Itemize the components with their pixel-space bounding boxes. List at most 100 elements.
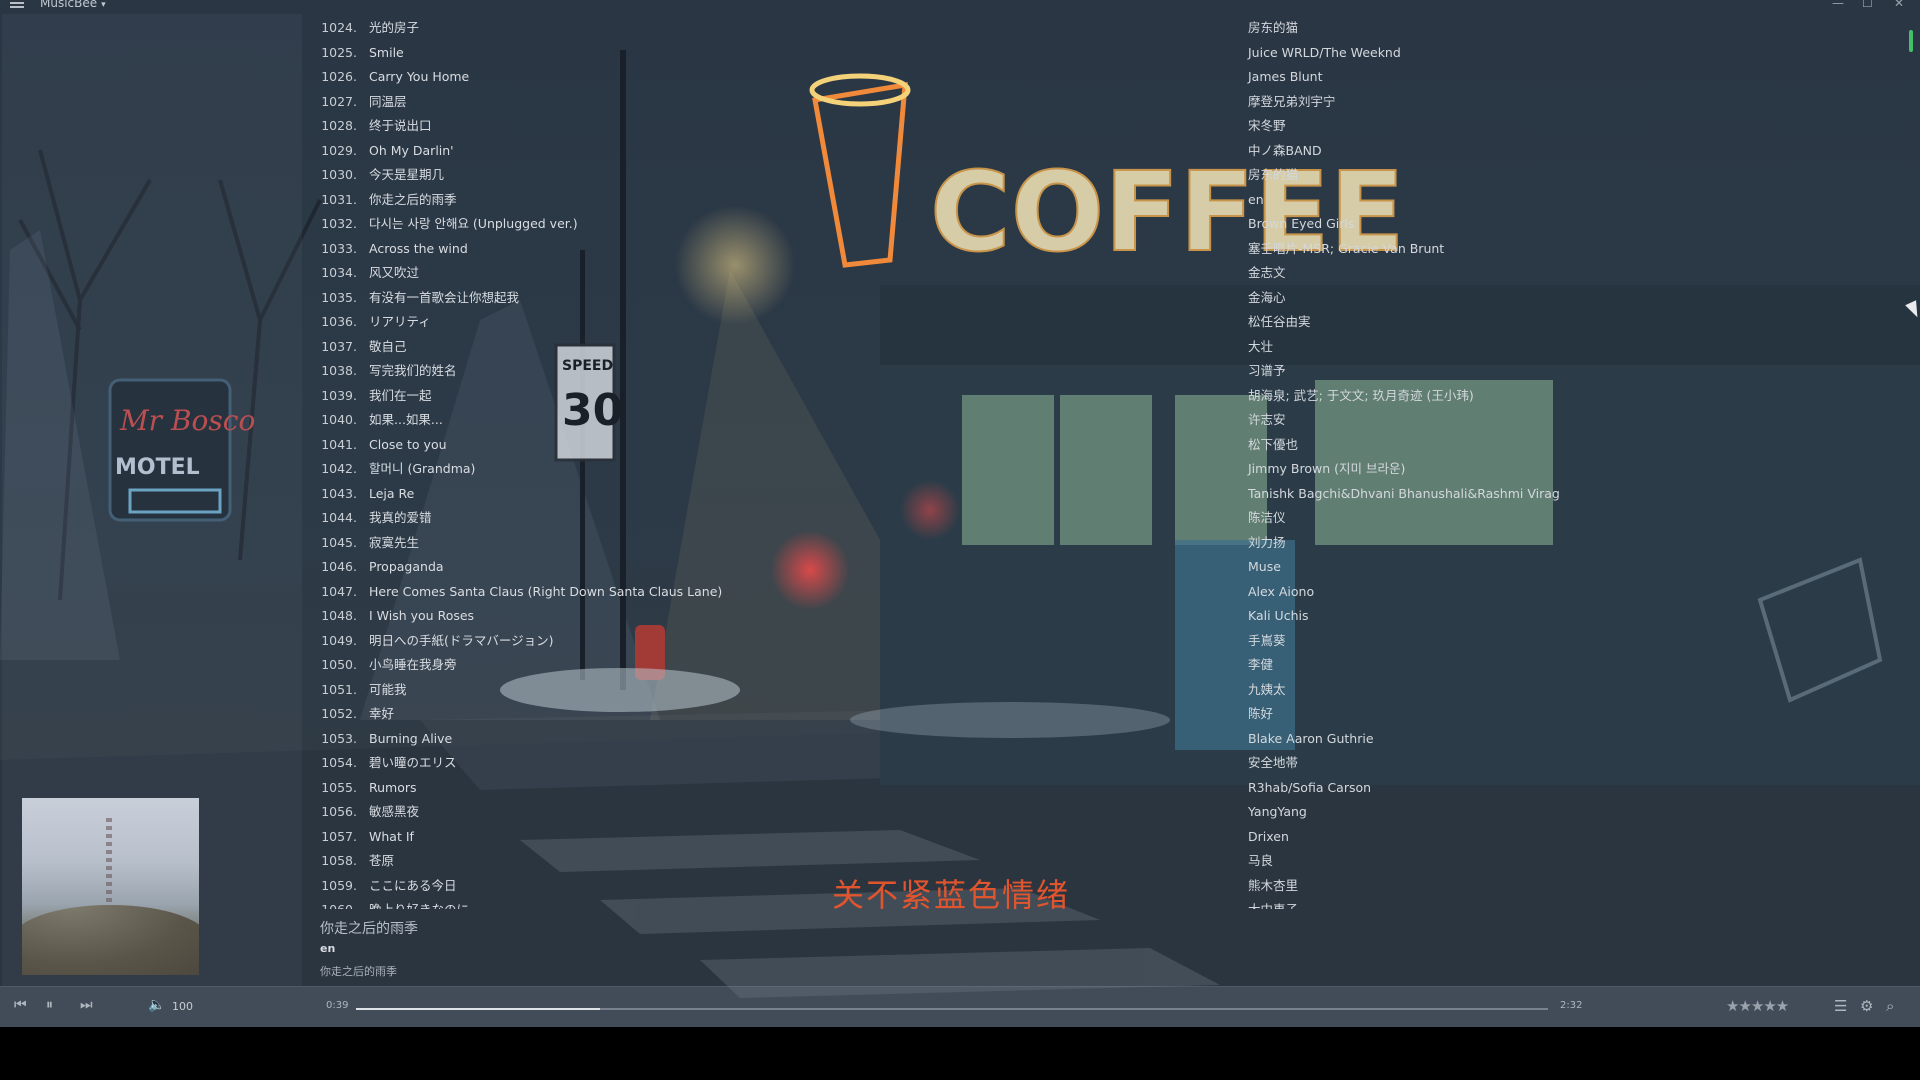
track-row[interactable]: 1049. 明日への手紙(ドラマバージョン) 手嶌葵 (303, 629, 1913, 654)
track-title: Oh My Darlin' (369, 142, 454, 158)
close-button[interactable]: ✕ (1894, 0, 1904, 10)
track-title: 다시는 사랑 안해요 (Unplugged ver.) (369, 216, 578, 231)
track-title: 할머니 (Grandma) (369, 461, 476, 476)
track-row[interactable]: 1030. 今天是星期几 房东的猫 (303, 163, 1913, 188)
track-row[interactable]: 1059. ここにある今日 熊木杏里 (303, 874, 1913, 899)
next-icon[interactable]: ⏭ (80, 997, 93, 1013)
track-row[interactable]: 1053. Burning Alive Blake Aaron Guthrie (303, 727, 1913, 752)
menu-icon[interactable] (10, 0, 26, 10)
track-row[interactable]: 1027. 同温层 摩登兄弟刘宇宁 (303, 90, 1913, 115)
track-row[interactable]: 1057. What If Drixen (303, 825, 1913, 850)
track-artist: 习谱予 (1248, 363, 1286, 378)
track-num: 1034. (321, 265, 357, 280)
track-row[interactable]: 1054. 碧い瞳のエリス 安全地帯 (303, 751, 1913, 776)
track-artist: 中ノ森BAND (1248, 142, 1322, 158)
track-row[interactable]: 1055. Rumors R3hab/Sofia Carson (303, 776, 1913, 801)
track-row[interactable]: 1037. 敬自己 大壮 (303, 335, 1913, 360)
track-num: 1045. (321, 534, 357, 550)
progress-fill (356, 1008, 601, 1010)
track-num: 1046. (321, 559, 357, 574)
search-icon[interactable]: ⌕ (1886, 997, 1894, 1015)
progress-bar[interactable] (356, 1008, 1548, 1010)
volume-icon[interactable]: 🔈 (148, 997, 165, 1013)
track-title: 同温层 (369, 93, 407, 109)
track-row[interactable]: 1056. 敏感黑夜 YangYang (303, 800, 1913, 825)
track-title: Leja Re (369, 485, 415, 501)
pause-icon[interactable]: ⏸ (46, 997, 53, 1013)
track-num: 1042. (321, 461, 357, 476)
track-row[interactable]: 1051. 可能我 九姨太 (303, 678, 1913, 703)
track-row[interactable]: 1048. I Wish you Roses Kali Uchis (303, 604, 1913, 629)
track-row[interactable]: 1032. 다시는 사랑 안해요 (Unplugged ver.) Brown Ey… (303, 212, 1913, 237)
track-row[interactable]: 1052. 幸好 陈好 (303, 702, 1913, 727)
track-num: 1050. (321, 657, 357, 672)
track-num: 1031. (321, 191, 357, 207)
track-num: 1055. (321, 779, 357, 795)
track-title: Here Comes Santa Claus (Right Down Santa… (369, 583, 723, 599)
track-artist: 金海心 (1248, 289, 1286, 305)
track-row[interactable]: 1026. Carry You Home James Blunt (303, 65, 1913, 90)
track-list[interactable]: 1024. 光的房子 房东的猫 1025. Smile Juice WRLD/The We… (303, 16, 1913, 909)
track-artist: 马良 (1248, 853, 1274, 868)
volume-value[interactable]: 100 (172, 1000, 193, 1013)
queue-icon[interactable]: ☰ (1834, 997, 1847, 1015)
track-num: 1035. (321, 289, 357, 305)
track-row[interactable]: 1060. 晩上り好きなのに 大中恵子 (303, 898, 1913, 909)
track-num: 1038. (321, 363, 357, 378)
track-title: リアリティ (369, 314, 431, 329)
minimize-button[interactable]: — (1832, 0, 1844, 10)
album-art[interactable] (22, 798, 199, 975)
prev-icon[interactable]: ⏮ (14, 997, 27, 1013)
track-num: 1030. (321, 167, 357, 182)
track-artist: 宋冬野 (1248, 118, 1286, 133)
track-row[interactable]: 1024. 光的房子 房东的猫 (303, 16, 1913, 41)
track-num: 1033. (321, 240, 357, 256)
track-artist: 松下優也 (1248, 436, 1299, 452)
track-row[interactable]: 1045. 寂寞先生 刘力扬 (303, 531, 1913, 556)
album-art-hill (22, 905, 199, 975)
track-title: 寂寞先生 (369, 534, 420, 550)
rating-stars[interactable]: ★★★★★ (1726, 997, 1789, 1015)
track-row[interactable]: 1038. 写完我们的姓名 习谱予 (303, 359, 1913, 384)
track-row[interactable]: 1039. 我们在一起 胡海泉; 武艺; 于文文; 玖月奇迹 (王小玮) (303, 384, 1913, 409)
track-row[interactable]: 1036. リアリティ 松任谷由実 (303, 310, 1913, 335)
track-row[interactable]: 1050. 小鸟睡在我身旁 李健 (303, 653, 1913, 678)
track-row[interactable]: 1033. Across the wind 塞壬唱片-MSR; Gracie Van… (303, 237, 1913, 262)
track-row[interactable]: 1042. 할머니 (Grandma) Jimmy Brown (지미 브라운) (303, 457, 1913, 482)
track-artist: 安全地帯 (1248, 755, 1299, 770)
maximize-button[interactable]: ☐ (1862, 0, 1873, 10)
track-row[interactable]: ▶1031.你走之后的雨季en (303, 188, 1913, 213)
track-num: 1024. (321, 20, 357, 35)
track-row[interactable]: 1025. Smile Juice WRLD/The Weeknd (303, 41, 1913, 66)
track-artist: 胡海泉; 武艺; 于文文; 玖月奇迹 (王小玮) (1248, 387, 1474, 403)
track-title: 敬自己 (369, 338, 407, 354)
settings-icon[interactable]: ⚙ (1860, 997, 1873, 1015)
track-title: Close to you (369, 436, 447, 452)
track-row[interactable]: 1047. Here Comes Santa Claus (Right Down … (303, 580, 1913, 605)
track-row[interactable]: 1043. Leja Re Tanishk Bagchi&Dhvani Bhanus… (303, 482, 1913, 507)
track-row[interactable]: 1046. Propaganda Muse (303, 555, 1913, 580)
track-row[interactable]: 1040. 如果...如果... 许志安 (303, 408, 1913, 433)
track-title: 有没有一首歌会让你想起我 (369, 289, 520, 305)
track-row[interactable]: 1035. 有没有一首歌会让你想起我 金海心 (303, 286, 1913, 311)
track-row[interactable]: 1034. 风又吹过 金志文 (303, 261, 1913, 286)
app-title-menu[interactable]: MusicBee ▾ (40, 0, 106, 10)
track-row[interactable]: 1058. 苍原 马良 (303, 849, 1913, 874)
track-title: 今天是星期几 (369, 167, 445, 182)
track-row[interactable]: 1041. Close to you 松下優也 (303, 433, 1913, 458)
track-num: 1037. (321, 338, 357, 354)
track-num: 1049. (321, 632, 357, 648)
track-num: 1026. (321, 69, 357, 84)
track-title: I Wish you Roses (369, 608, 475, 623)
track-title: Across the wind (369, 240, 468, 256)
track-artist: 摩登兄弟刘宇宁 (1248, 93, 1336, 109)
track-num: 1028. (321, 118, 357, 133)
track-artist: 陈洁仪 (1248, 510, 1286, 525)
track-num: 1052. (321, 706, 357, 721)
track-row[interactable]: 1028. 终于说出口 宋冬野 (303, 114, 1913, 139)
track-row[interactable]: 1044. 我真的爱错 陈洁仪 (303, 506, 1913, 531)
track-num: 1048. (321, 608, 357, 623)
title-bar: MusicBee ▾ — ☐ ✕ (0, 0, 1920, 14)
scroll-indicator[interactable] (1909, 30, 1913, 52)
track-row[interactable]: 1029. Oh My Darlin' 中ノ森BAND (303, 139, 1913, 164)
